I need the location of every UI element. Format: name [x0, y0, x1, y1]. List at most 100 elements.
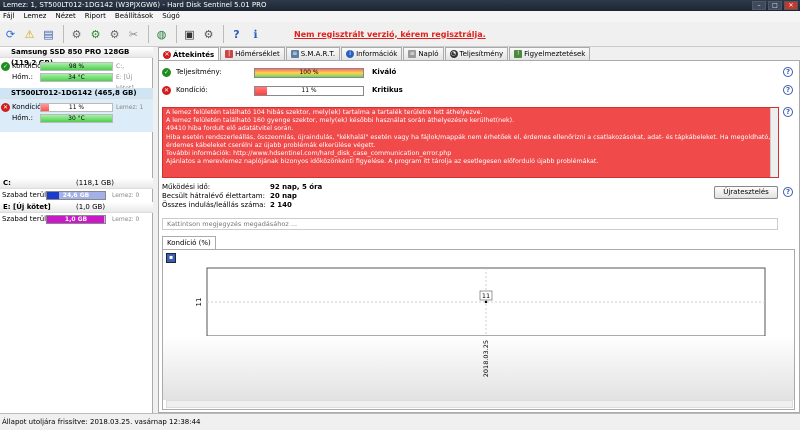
minimize-button[interactable]: –: [752, 1, 766, 10]
menu-disk[interactable]: Lemez: [24, 11, 47, 22]
menu-settings[interactable]: Beállítások: [115, 11, 153, 22]
data-point: [484, 300, 488, 304]
free-space-bar: 1,0 GB: [46, 215, 106, 224]
alert-scrollbar[interactable]: [770, 108, 778, 177]
surface-test-icon[interactable]: ⚙: [87, 26, 104, 43]
tab-log[interactable]: ≡ Napló: [403, 47, 444, 60]
stat-row: Becsült hátralévő élettartam: 20 nap: [162, 192, 322, 201]
partition-size: (118,1 GB): [76, 179, 114, 187]
monitor-icon[interactable]: ▣: [181, 26, 198, 43]
health-chart: 11 2018.03.25 11: [163, 267, 794, 400]
tab-alerts[interactable]: ! Figyelmeztetések: [509, 47, 591, 60]
health-chart-panel: ▪ 11 2018.03.25 11: [162, 249, 795, 410]
thermometer-icon: |: [225, 50, 234, 58]
retest-button[interactable]: Újratesztelés: [714, 186, 778, 199]
disk-item-selected[interactable]: ST500LT012-1DG142 (465,8 GB) ✕ Kondíció:…: [0, 88, 153, 132]
plot-floor: [163, 336, 794, 400]
horizontal-scrollbar[interactable]: [166, 400, 793, 408]
disk-settings-icon[interactable]: ⚙: [106, 26, 123, 43]
tab-smart[interactable]: ≡ S.M.A.R.T.: [285, 47, 341, 60]
info-icon[interactable]: ℹ: [247, 26, 264, 43]
tab-label: Napló: [418, 50, 439, 58]
tab-health-chart[interactable]: Kondíció (%): [162, 236, 216, 249]
stat-label: Működési idő:: [162, 183, 211, 191]
alert-line: 49410 hiba fordult elő adatátvitel során…: [166, 125, 294, 133]
tab-overview[interactable]: ✕ Áttekintés: [158, 47, 220, 61]
refresh-icon[interactable]: ⟳: [2, 26, 19, 43]
health-bar: 11 %: [254, 85, 364, 96]
disk-name: ST500LT012-1DG142: [11, 89, 93, 97]
comment-input[interactable]: Kattintson megjegyzés megadásához ...: [162, 218, 778, 230]
window-title: Lemez: 1, ST500LT012-1DG142 (W3PJXGW6) -…: [3, 1, 267, 9]
ok-check-icon: ✓: [1, 62, 10, 71]
menu-help[interactable]: Súgó: [162, 11, 180, 22]
tab-performance[interactable]: ◔ Teljesítmény: [444, 47, 509, 60]
disk-number-note: Lemez: 0: [112, 216, 140, 223]
x-tick-label: 2018.03.25: [482, 340, 490, 377]
help-icon[interactable]: ?: [783, 187, 793, 197]
warning-icon[interactable]: ⚠: [21, 26, 38, 43]
menu-report[interactable]: Riport: [85, 11, 106, 22]
menu-view[interactable]: Nézet: [55, 11, 75, 22]
disk-name: Samsung SSD 850 PRO 128GB: [11, 48, 130, 56]
disk-temp-row: Hőm.: 30 °C: [0, 113, 153, 124]
partition-title[interactable]: E: [Új kötet] (1,0 GB): [0, 202, 153, 213]
log-icon: ≡: [408, 50, 417, 58]
menu-file[interactable]: Fájl: [3, 11, 15, 22]
toolbar-separator: [148, 25, 149, 43]
speedometer-icon: ◔: [449, 50, 458, 58]
ok-check-icon: ✓: [162, 68, 171, 77]
health-bar: 98 %: [40, 62, 113, 71]
help-icon[interactable]: ?: [228, 26, 245, 43]
error-x-icon: ✕: [1, 103, 10, 112]
stat-row: Összes indulás/leállás száma: 2 140: [162, 201, 322, 210]
alert-line: További információk: http://www.hdsentin…: [166, 150, 452, 158]
menu-bar: Fájl Lemez Nézet Riport Beállítások Súgó: [0, 11, 800, 22]
stat-value: 20 nap: [270, 192, 297, 200]
partition-free-row: Szabad terület 24,6 GB Lemez: 0: [0, 189, 153, 202]
disk-list-panel: Samsung SSD 850 PRO 128GB (119,2 GB) ✓ K…: [0, 47, 153, 413]
temp-label: Hőm.:: [12, 114, 33, 122]
help-icon[interactable]: ?: [783, 67, 793, 77]
tab-label: Információk: [356, 50, 398, 58]
tab-label: Teljesítmény: [459, 50, 504, 58]
performance-status: Kiváló: [372, 68, 397, 76]
error-x-icon: ✕: [162, 86, 171, 95]
health-row: ✕ Kondíció: 11 % Kritikus: [162, 84, 403, 97]
report-icon[interactable]: ▤: [40, 26, 57, 43]
partition-title[interactable]: C: (118,1 GB): [0, 178, 153, 189]
close-button[interactable]: ✕: [784, 1, 798, 10]
tab-temperature[interactable]: | Hőmérséklet: [220, 47, 285, 60]
y-tick-label: 11: [195, 298, 203, 307]
disk-size: (465,8 GB): [94, 89, 137, 97]
health-value: 98 %: [68, 63, 85, 70]
temp-bar: 30 °C: [40, 114, 113, 123]
tab-label: Hőmérséklet: [235, 50, 280, 58]
maximize-button[interactable]: □: [768, 1, 782, 10]
unregistered-link[interactable]: Nem regisztrált verzió, kérem regisztrál…: [294, 30, 486, 39]
tab-label: S.M.A.R.T.: [300, 50, 336, 58]
disk-title: ST500LT012-1DG142 (465,8 GB): [0, 88, 153, 99]
tab-information[interactable]: i Információk: [341, 47, 403, 60]
disk-temp-row: Hőm.: 34 °C E: [Új kötet],: [0, 72, 153, 92]
disk-health-row: ✓ Kondíció: 98 % C:,: [0, 61, 153, 72]
disk-test-icon[interactable]: ⚙: [68, 26, 85, 43]
acoustic-icon[interactable]: ✂: [125, 26, 142, 43]
stat-value: 2 140: [270, 201, 292, 209]
partition-list: C: (118,1 GB) Szabad terület 24,6 GB Lem…: [0, 178, 153, 226]
performance-bar: 100 %: [254, 67, 364, 78]
stat-label: Becsült hátralévő élettartam:: [162, 192, 265, 200]
performance-value: 100 %: [299, 68, 319, 76]
disk-item[interactable]: Samsung SSD 850 PRO 128GB (119,2 GB) ✓ K…: [0, 47, 153, 92]
partition-note: C:,: [116, 63, 125, 70]
globe-icon[interactable]: ◍: [153, 26, 170, 43]
performance-row: ✓ Teljesítmény: 100 % Kiváló: [162, 66, 396, 79]
help-icon[interactable]: ?: [783, 85, 793, 95]
health-value: 11 %: [68, 104, 85, 111]
gear-icon[interactable]: ⚙: [200, 26, 217, 43]
temp-label: Hőm.:: [12, 73, 33, 81]
temp-value: 30 °C: [68, 115, 85, 122]
help-icon[interactable]: ?: [783, 107, 793, 117]
alert-line: Ajánlatos a merevlemez naplójának bizony…: [166, 158, 599, 166]
alert-message-box: A lemez felületén található 104 hibás sz…: [162, 107, 779, 178]
